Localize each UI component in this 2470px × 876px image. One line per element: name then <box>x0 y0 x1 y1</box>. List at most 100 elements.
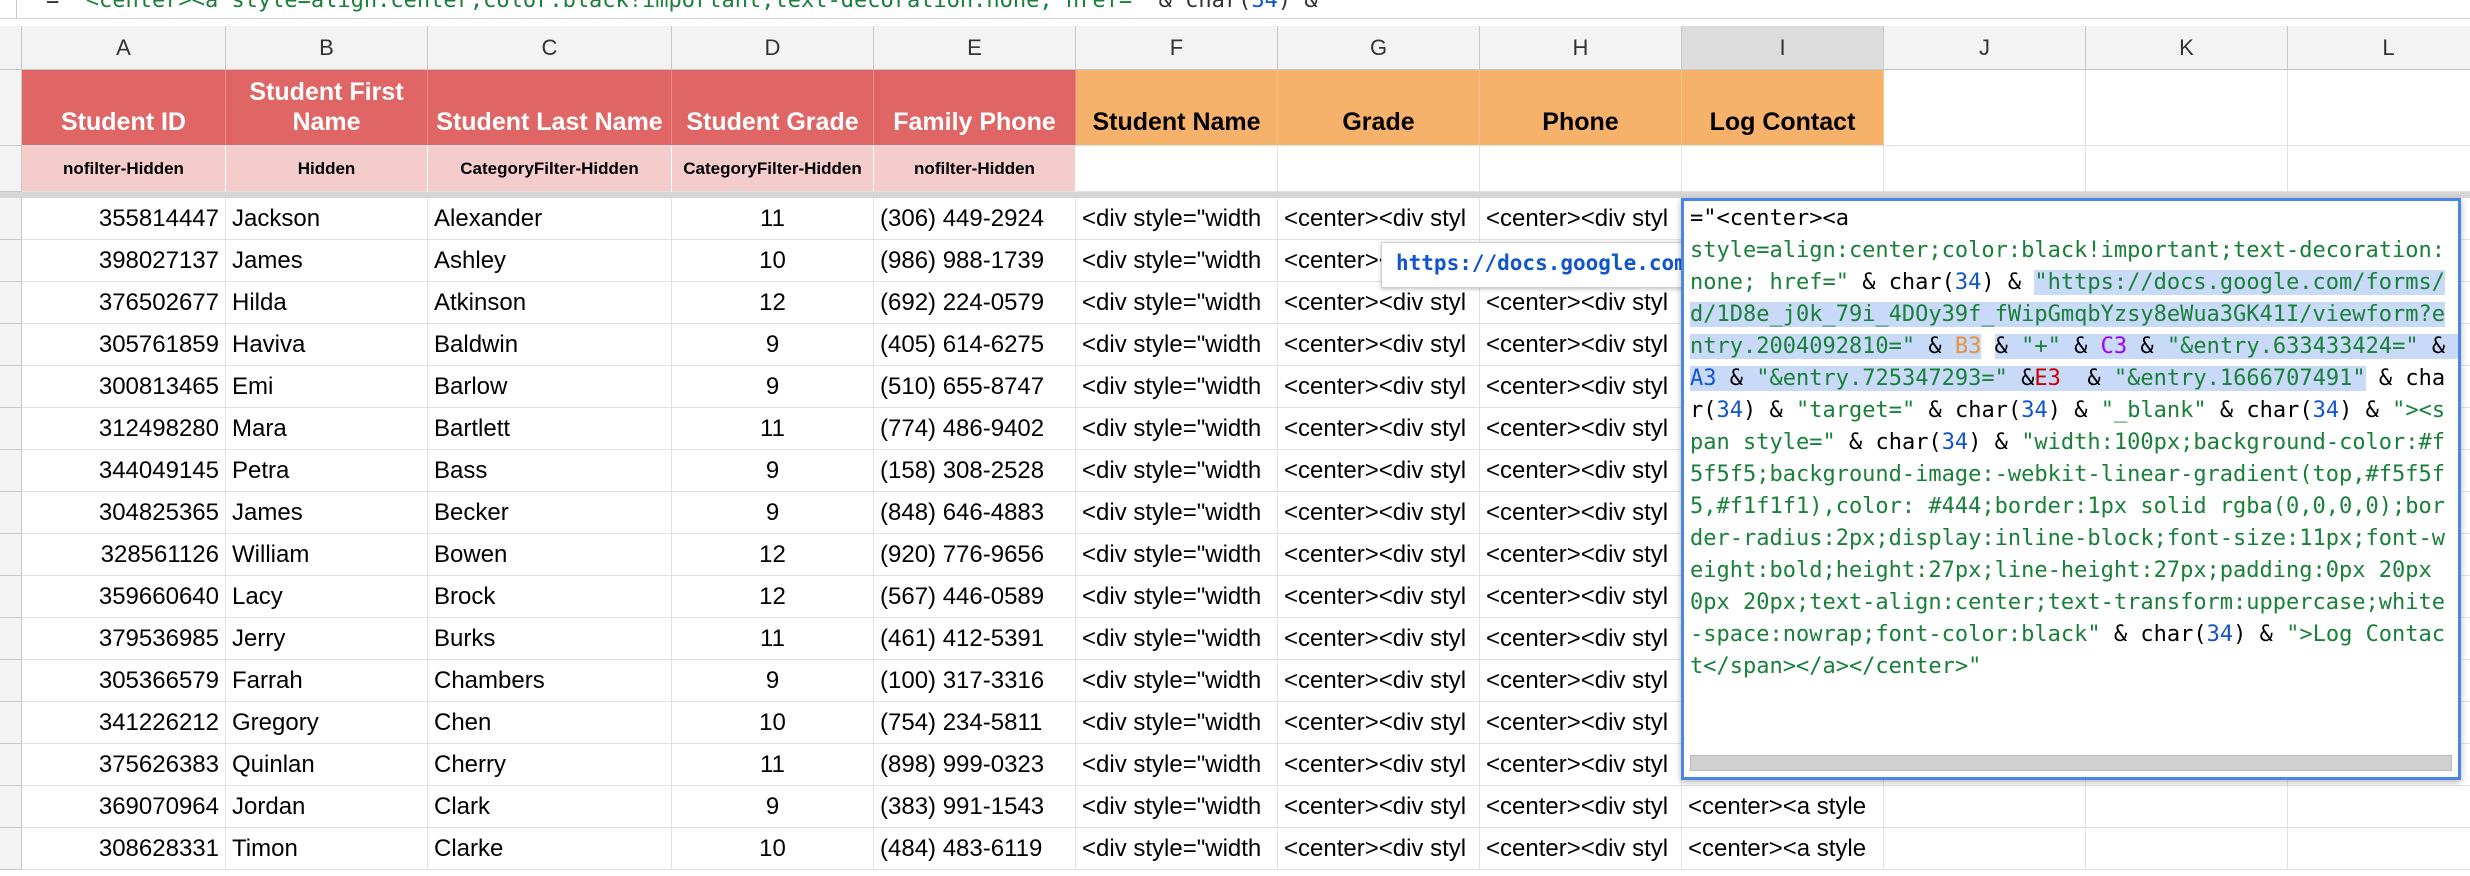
cell-g[interactable]: <center><div styl <box>1278 702 1480 744</box>
title-cell-b[interactable]: Student First Name <box>226 70 428 146</box>
cell-f[interactable]: <div style="width <box>1076 534 1278 576</box>
cell-a[interactable]: 369070964 <box>22 786 226 828</box>
filter-label-cell-h[interactable] <box>1480 146 1682 192</box>
cell-g[interactable]: <center><div styl <box>1278 450 1480 492</box>
row-header[interactable] <box>0 198 22 240</box>
row-header[interactable] <box>0 534 22 576</box>
row-header[interactable] <box>0 26 22 70</box>
row-header[interactable] <box>0 492 22 534</box>
cell-g[interactable]: <center><div styl <box>1278 324 1480 366</box>
filter-label-cell-f[interactable] <box>1076 146 1278 192</box>
cell-g[interactable]: <center><div styl <box>1278 576 1480 618</box>
cell-a[interactable]: 379536985 <box>22 618 226 660</box>
column-header-g[interactable]: G <box>1278 26 1480 70</box>
cell-d[interactable]: 10 <box>672 828 874 870</box>
cell-c[interactable]: Bartlett <box>428 408 672 450</box>
cell-b[interactable]: Hilda <box>226 282 428 324</box>
filter-label-cell-l[interactable] <box>2288 146 2470 192</box>
cell-l[interactable] <box>2288 828 2470 870</box>
column-header-h[interactable]: H <box>1480 26 1682 70</box>
cell-b[interactable]: James <box>226 240 428 282</box>
cell-h[interactable]: <center><div styl <box>1480 618 1682 660</box>
cell-h[interactable]: <center><div styl <box>1480 366 1682 408</box>
cell-l[interactable] <box>2288 786 2470 828</box>
title-cell-e[interactable]: Family Phone <box>874 70 1076 146</box>
cell-g[interactable]: <center><div styl <box>1278 408 1480 450</box>
cell-a[interactable]: 305366579 <box>22 660 226 702</box>
row-header[interactable] <box>0 240 22 282</box>
cell-h[interactable]: <center><div styl <box>1480 660 1682 702</box>
cell-c[interactable]: Clarke <box>428 828 672 870</box>
cell-d[interactable]: 9 <box>672 324 874 366</box>
cell-d[interactable]: 9 <box>672 786 874 828</box>
cell-c[interactable]: Alexander <box>428 198 672 240</box>
filter-label-cell-i[interactable] <box>1682 146 1884 192</box>
cell-d[interactable]: 11 <box>672 198 874 240</box>
cell-d[interactable]: 9 <box>672 450 874 492</box>
cell-b[interactable]: William <box>226 534 428 576</box>
cell-h[interactable]: <center><div styl <box>1480 534 1682 576</box>
cell-f[interactable]: <div style="width <box>1076 618 1278 660</box>
column-header-c[interactable]: C <box>428 26 672 70</box>
cell-e[interactable]: (754) 234-5811 <box>874 702 1076 744</box>
formula-bar[interactable]: = "<center><a style=align:center;color:b… <box>0 0 2470 19</box>
cell-b[interactable]: James <box>226 492 428 534</box>
title-cell-h[interactable]: Phone <box>1480 70 1682 146</box>
column-header-e[interactable]: E <box>874 26 1076 70</box>
cell-f[interactable]: <div style="width <box>1076 450 1278 492</box>
cell-a[interactable]: 300813465 <box>22 366 226 408</box>
title-cell-d[interactable]: Student Grade <box>672 70 874 146</box>
cell-c[interactable]: Baldwin <box>428 324 672 366</box>
cell-h[interactable]: <center><div styl <box>1480 744 1682 786</box>
filter-label-cell-c[interactable]: CategoryFilter-Hidden <box>428 146 672 192</box>
cell-d[interactable]: 12 <box>672 282 874 324</box>
cell-a[interactable]: 341226212 <box>22 702 226 744</box>
cell-e[interactable]: (158) 308-2528 <box>874 450 1076 492</box>
cell-a[interactable]: 308628331 <box>22 828 226 870</box>
cell-f[interactable]: <div style="width <box>1076 282 1278 324</box>
cell-g[interactable]: <center><div styl <box>1278 744 1480 786</box>
row-header[interactable] <box>0 324 22 366</box>
cell-c[interactable]: Burks <box>428 618 672 660</box>
row-header[interactable] <box>0 70 22 146</box>
title-cell-a[interactable]: Student ID <box>22 70 226 146</box>
cell-c[interactable]: Chen <box>428 702 672 744</box>
cell-b[interactable]: Petra <box>226 450 428 492</box>
cell-e[interactable]: (898) 999-0323 <box>874 744 1076 786</box>
cell-b[interactable]: Emi <box>226 366 428 408</box>
cell-f[interactable]: <div style="width <box>1076 828 1278 870</box>
filter-label-cell-e[interactable]: nofilter-Hidden <box>874 146 1076 192</box>
cell-b[interactable]: Jackson <box>226 198 428 240</box>
cell-d[interactable]: 12 <box>672 576 874 618</box>
cell-b[interactable]: Mara <box>226 408 428 450</box>
cell-d[interactable]: 11 <box>672 408 874 450</box>
cell-e[interactable]: (484) 483-6119 <box>874 828 1076 870</box>
cell-k[interactable] <box>2086 786 2288 828</box>
editor-horizontal-scrollbar[interactable] <box>1690 755 2452 771</box>
cell-h[interactable]: <center><div styl <box>1480 828 1682 870</box>
row-header[interactable] <box>0 366 22 408</box>
cell-c[interactable]: Becker <box>428 492 672 534</box>
cell-f[interactable]: <div style="width <box>1076 576 1278 618</box>
cell-b[interactable]: Timon <box>226 828 428 870</box>
cell-f[interactable]: <div style="width <box>1076 408 1278 450</box>
title-cell-i[interactable]: Log Contact <box>1682 70 1884 146</box>
cell-g[interactable]: <center><div styl <box>1278 282 1480 324</box>
cell-b[interactable]: Quinlan <box>226 744 428 786</box>
filter-label-cell-j[interactable] <box>1884 146 2086 192</box>
cell-d[interactable]: 9 <box>672 366 874 408</box>
cell-e[interactable]: (100) 317-3316 <box>874 660 1076 702</box>
row-header[interactable] <box>0 828 22 870</box>
cell-k[interactable] <box>2086 828 2288 870</box>
cell-c[interactable]: Cherry <box>428 744 672 786</box>
title-cell-k[interactable] <box>2086 70 2288 146</box>
cell-h[interactable]: <center><div styl <box>1480 786 1682 828</box>
row-header[interactable] <box>0 618 22 660</box>
cell-e[interactable]: (920) 776-9656 <box>874 534 1076 576</box>
cell-f[interactable]: <div style="width <box>1076 492 1278 534</box>
row-header[interactable] <box>0 744 22 786</box>
cell-e[interactable]: (383) 991-1543 <box>874 786 1076 828</box>
cell-f[interactable]: <div style="width <box>1076 744 1278 786</box>
cell-h[interactable]: <center><div styl <box>1480 408 1682 450</box>
row-header[interactable] <box>0 146 22 192</box>
